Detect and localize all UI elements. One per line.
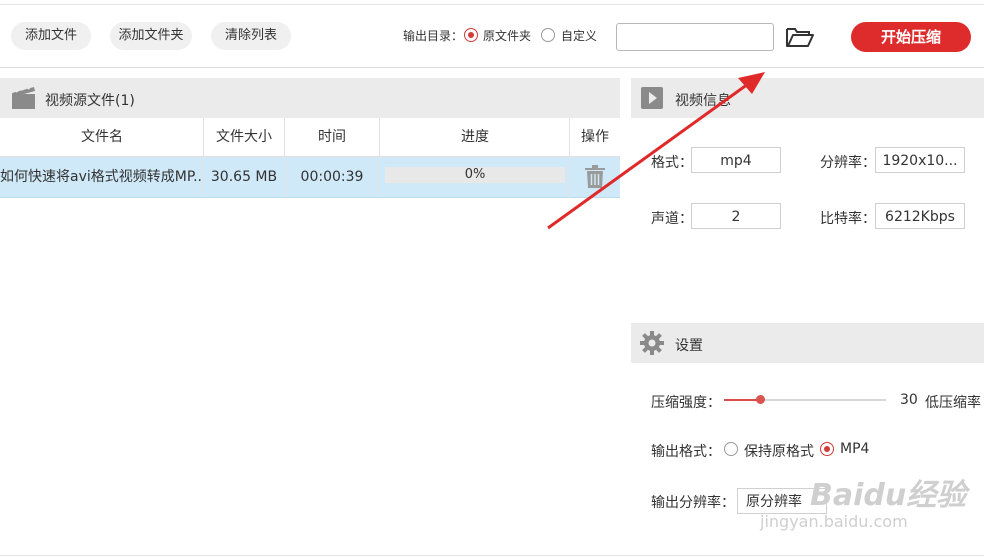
- bottom-divider: [0, 555, 984, 556]
- baidu-watermark: Baidu经验: [810, 478, 967, 513]
- baidu-watermark-url: jingyan.baidu.com: [760, 512, 908, 531]
